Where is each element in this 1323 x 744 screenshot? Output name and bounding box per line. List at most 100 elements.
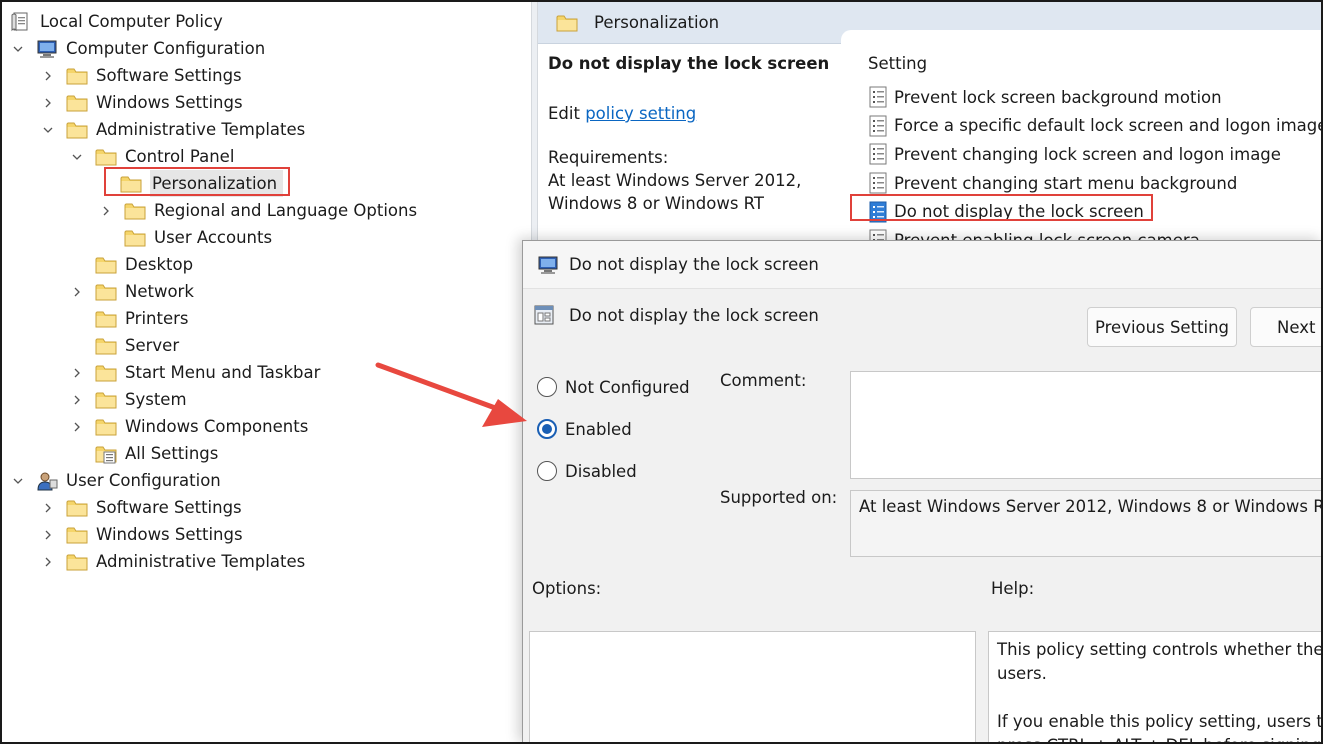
tree-item-all-settings[interactable]: All Settings — [95, 440, 218, 467]
chevron-right-icon[interactable] — [40, 548, 56, 575]
tree-label: Windows Components — [125, 417, 309, 436]
comment-textarea[interactable] — [850, 371, 1323, 479]
tree-label: Software Settings — [96, 498, 242, 517]
folder-icon — [95, 363, 117, 383]
tree-label: All Settings — [125, 444, 219, 463]
tree-item-system[interactable]: System — [69, 386, 187, 413]
chevron-right-icon[interactable] — [40, 62, 56, 89]
previous-setting-button[interactable]: Previous Setting — [1087, 307, 1237, 347]
dialog-subtitle: Do not display the lock screen — [569, 305, 819, 325]
tree-item-user-accounts[interactable]: User Accounts — [124, 224, 272, 251]
supported-on-field: At least Windows Server 2012, Windows 8 … — [850, 490, 1323, 557]
radio-circle[interactable] — [537, 377, 557, 397]
dialog-titlebar[interactable]: Do not display the lock screen — [523, 241, 1323, 289]
help-panel[interactable]: This policy setting controls whether the… — [988, 631, 1323, 744]
setting-column-header[interactable]: Setting — [868, 52, 1323, 76]
help-text-line: press CTRL + ALT + DEL before signing in — [997, 734, 1323, 744]
tree-item-user-configuration[interactable]: User Configuration — [10, 467, 221, 494]
tree-label: User Accounts — [154, 228, 273, 247]
chevron-right-icon[interactable] — [69, 386, 85, 413]
pane-header-title: Personalization — [594, 13, 720, 32]
folder-icon — [66, 525, 88, 545]
computer-icon — [36, 39, 58, 59]
setting-label: Force a specific default lock screen and… — [894, 116, 1323, 136]
setting-label: Prevent lock screen background motion — [894, 87, 1222, 107]
tree-label: Server — [125, 336, 180, 355]
folder-icon — [95, 390, 117, 410]
tree-label: Regional and Language Options — [154, 201, 418, 220]
chevron-right-icon[interactable] — [98, 197, 114, 224]
radio-circle-selected[interactable] — [537, 419, 557, 439]
policy-settings-icon — [533, 305, 555, 325]
supported-on-label: Supported on: — [720, 488, 838, 507]
folder-icon — [66, 120, 88, 140]
chevron-down-icon[interactable] — [10, 467, 26, 494]
next-setting-button[interactable]: Next S — [1250, 307, 1323, 347]
tree-label: Control Panel — [125, 147, 235, 166]
help-label: Help: — [991, 579, 1035, 598]
tree-item-windows-settings[interactable]: Windows Settings — [40, 89, 243, 116]
tree-label: Windows Settings — [96, 93, 243, 112]
chevron-right-icon[interactable] — [40, 521, 56, 548]
tree-label: System — [125, 390, 187, 409]
setting-row[interactable]: Prevent lock screen background motion — [868, 83, 1323, 112]
chevron-down-icon[interactable] — [40, 116, 56, 143]
folder-icon — [66, 93, 88, 113]
tree-label: Network — [125, 282, 194, 301]
tree-label: Administrative Templates — [96, 552, 306, 571]
radio-enabled[interactable]: Enabled — [537, 419, 632, 439]
folder-icon — [66, 66, 88, 86]
dialog-title: Do not display the lock screen — [569, 255, 819, 274]
chevron-down-icon[interactable] — [69, 143, 85, 170]
chevron-right-icon[interactable] — [69, 278, 85, 305]
policy-document-icon — [10, 12, 32, 32]
policy-setting-icon — [868, 86, 888, 108]
radio-not-configured[interactable]: Not Configured — [537, 377, 690, 397]
setting-row[interactable]: Force a specific default lock screen and… — [868, 112, 1323, 141]
tree-item-start-menu-taskbar[interactable]: Start Menu and Taskbar — [69, 359, 320, 386]
folder-icon — [95, 417, 117, 437]
tree-item-computer-configuration[interactable]: Computer Configuration — [10, 35, 265, 62]
folder-open-icon — [95, 147, 117, 167]
setting-row[interactable]: Prevent changing lock screen and logon i… — [868, 140, 1323, 169]
requirements-line: Windows 8 or Windows RT — [548, 194, 765, 213]
folder-icon — [66, 498, 88, 518]
tree-item-user-software-settings[interactable]: Software Settings — [40, 494, 242, 521]
tree-label: Start Menu and Taskbar — [125, 363, 321, 382]
requirements: Requirements: At least Windows Server 20… — [548, 146, 848, 215]
tree-item-printers[interactable]: Printers — [95, 305, 189, 332]
options-panel[interactable] — [529, 631, 976, 744]
policy-setting-icon — [868, 115, 888, 137]
tree-item-control-panel[interactable]: Control Panel — [69, 143, 234, 170]
options-label: Options: — [532, 579, 602, 598]
dialog-subheader: Do not display the lock screen — [533, 305, 819, 325]
all-settings-icon — [95, 444, 117, 464]
setting-label: Prevent changing lock screen and logon i… — [894, 144, 1281, 164]
tree-item-desktop[interactable]: Desktop — [95, 251, 193, 278]
lock-screen-row-highlight-box — [850, 194, 1153, 221]
chevron-down-icon[interactable] — [10, 35, 26, 62]
chevron-right-icon[interactable] — [40, 89, 56, 116]
help-text-line: users. — [997, 664, 1047, 683]
chevron-right-icon[interactable] — [40, 494, 56, 521]
tree-item-user-windows-settings[interactable]: Windows Settings — [40, 521, 243, 548]
tree-label: Software Settings — [96, 66, 242, 85]
tree-item-user-administrative-templates[interactable]: Administrative Templates — [40, 548, 305, 575]
tree-label: Printers — [125, 309, 189, 328]
tree-item-server[interactable]: Server — [95, 332, 179, 359]
folder-icon — [95, 255, 117, 275]
policy-setting-link[interactable]: policy setting — [585, 104, 696, 123]
tree-item-network[interactable]: Network — [69, 278, 194, 305]
chevron-right-icon[interactable] — [69, 359, 85, 386]
tree-item-software-settings[interactable]: Software Settings — [40, 62, 242, 89]
radio-disabled[interactable]: Disabled — [537, 461, 637, 481]
tree-label: Local Computer Policy — [40, 12, 223, 31]
tree-item-local-computer-policy[interactable]: Local Computer Policy — [10, 8, 223, 35]
tree-item-windows-components[interactable]: Windows Components — [69, 413, 308, 440]
tree-item-regional-language[interactable]: Regional and Language Options — [98, 197, 417, 224]
chevron-right-icon[interactable] — [69, 413, 85, 440]
radio-circle[interactable] — [537, 461, 557, 481]
tree-item-administrative-templates[interactable]: Administrative Templates — [40, 116, 305, 143]
personalization-highlight-box — [104, 167, 290, 196]
folder-icon — [66, 552, 88, 572]
